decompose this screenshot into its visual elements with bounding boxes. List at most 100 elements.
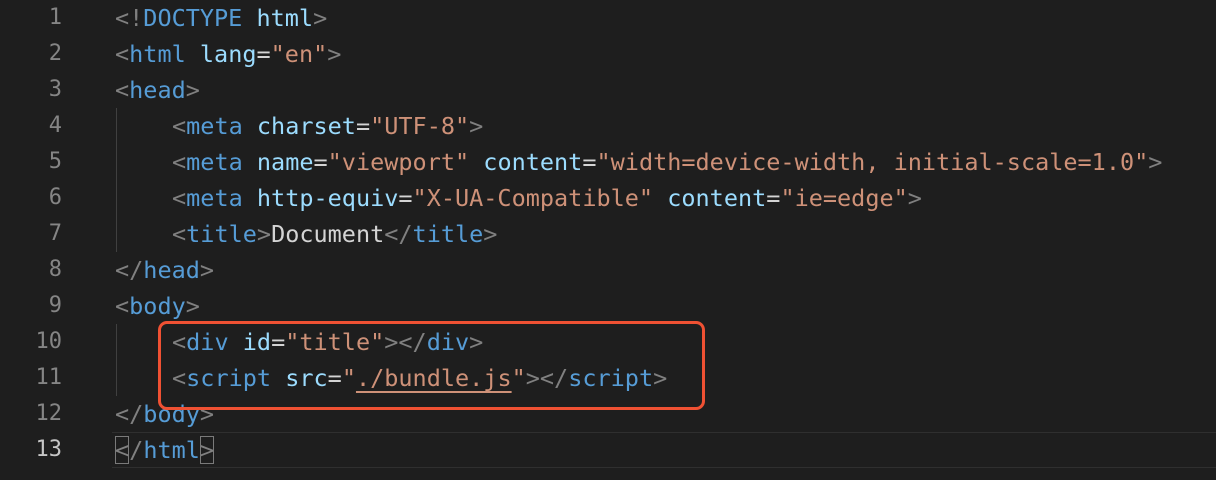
token-punct: > bbox=[185, 76, 200, 104]
token-str: "UTF-8" bbox=[370, 112, 470, 140]
token-punct: > bbox=[907, 184, 922, 212]
token-text: = bbox=[398, 184, 413, 212]
code-text: <!DOCTYPE html> bbox=[115, 0, 327, 36]
token-attr: content bbox=[483, 148, 583, 176]
token-punct: > bbox=[199, 436, 215, 464]
line-number: 10 bbox=[35, 329, 63, 354]
code-text: <div id="title"></div> bbox=[172, 324, 483, 360]
code-editor[interactable]: 1 <!DOCTYPE html> 2 <html lang="en"> 3 <head>… bbox=[0, 0, 1216, 480]
code-line[interactable]: 5 <meta name="viewport" content="width=de… bbox=[0, 144, 1216, 180]
token-punct: < bbox=[115, 76, 130, 104]
token-tag: html bbox=[143, 436, 200, 464]
token-str: "en" bbox=[270, 40, 328, 68]
code-line[interactable]: 13 </html> bbox=[0, 432, 1216, 468]
token-text: = bbox=[271, 328, 286, 356]
token-attr: lang bbox=[199, 40, 257, 68]
token-tag: div bbox=[186, 328, 229, 356]
token-punct: > bbox=[469, 328, 484, 356]
token-punct: < bbox=[172, 184, 187, 212]
line-number: 5 bbox=[48, 149, 62, 174]
line-number: 8 bbox=[48, 257, 62, 282]
token-str: "X-UA-Compatible" bbox=[412, 184, 654, 212]
token-tag: DOCTYPE bbox=[143, 4, 243, 32]
code-text: <meta name="viewport" content="width=dev… bbox=[172, 144, 1162, 180]
token-punct: / bbox=[129, 436, 144, 464]
code-line[interactable]: 1 <!DOCTYPE html> bbox=[0, 0, 1216, 36]
token-punct: <! bbox=[115, 4, 144, 32]
token-tag: meta bbox=[186, 112, 243, 140]
code-text: <title>Document</title> bbox=[172, 216, 497, 252]
code-line[interactable]: 4 <meta charset="UTF-8"> bbox=[0, 108, 1216, 144]
code-text: <head> bbox=[115, 72, 200, 108]
token-punct: > bbox=[313, 4, 328, 32]
code-line[interactable]: 3 <head> bbox=[0, 72, 1216, 108]
code-text: <meta http-equiv="X-UA-Compatible" conte… bbox=[172, 180, 922, 216]
line-number: 3 bbox=[48, 77, 62, 102]
token-tag: body bbox=[129, 292, 186, 320]
token-str: "ie=edge" bbox=[780, 184, 908, 212]
code-line[interactable]: 8 </head> bbox=[0, 252, 1216, 288]
token-punct: > bbox=[327, 40, 342, 68]
line-number: 12 bbox=[35, 401, 63, 426]
token-attr: http-equiv bbox=[256, 184, 399, 212]
token-punct: < bbox=[115, 292, 130, 320]
code-line[interactable]: 9 <body> bbox=[0, 288, 1216, 324]
token-tag: body bbox=[143, 400, 200, 428]
token-text: = bbox=[313, 148, 328, 176]
line-number: 13 bbox=[35, 437, 63, 462]
token-text: = bbox=[327, 364, 342, 392]
token-tag: div bbox=[426, 328, 470, 356]
code-line[interactable]: 6 <meta http-equiv="X-UA-Compatible" cont… bbox=[0, 180, 1216, 216]
line-number: 9 bbox=[48, 293, 62, 318]
token-punct: > bbox=[653, 364, 668, 392]
code-line[interactable]: 12 </body> bbox=[0, 396, 1216, 432]
token-str: " bbox=[511, 364, 526, 392]
token-tag: html bbox=[129, 40, 186, 68]
token-text: = bbox=[766, 184, 781, 212]
token-punct: < bbox=[115, 436, 130, 464]
token-attr: content bbox=[667, 184, 767, 212]
code-text: <html lang="en"> bbox=[115, 36, 341, 72]
token-punct: < bbox=[172, 148, 187, 176]
token-str: "title" bbox=[285, 328, 385, 356]
token-tag: title bbox=[412, 220, 484, 248]
code-text: </body> bbox=[115, 396, 214, 432]
line-number: 7 bbox=[48, 221, 62, 246]
token-text: = bbox=[582, 148, 597, 176]
token-punct: </ bbox=[384, 220, 413, 248]
line-number: 11 bbox=[35, 365, 63, 390]
token-str: "viewport" bbox=[327, 148, 470, 176]
code-line[interactable]: 2 <html lang="en"> bbox=[0, 36, 1216, 72]
token-attr: html bbox=[242, 4, 314, 32]
token-attr: name bbox=[256, 148, 314, 176]
token-punct: </ bbox=[115, 400, 144, 428]
code-text: </html> bbox=[115, 432, 215, 468]
token-punct: < bbox=[172, 328, 187, 356]
token-str: " bbox=[341, 364, 356, 392]
code-line[interactable]: 10 <div id="title"></div> bbox=[0, 324, 1216, 360]
token-text: Document bbox=[271, 220, 385, 248]
code-text: <meta charset="UTF-8"> bbox=[172, 108, 483, 144]
token-attr: charset bbox=[256, 112, 356, 140]
token-link[interactable]: ./bundle.js bbox=[356, 364, 512, 392]
code-text: <body> bbox=[115, 288, 200, 324]
token-attr: src bbox=[285, 364, 328, 392]
token-tag: head bbox=[129, 76, 186, 104]
token-text: = bbox=[355, 112, 371, 140]
token-punct: < bbox=[172, 364, 187, 392]
code-line[interactable]: 11 <script src="./bundle.js"></script> bbox=[0, 360, 1216, 396]
code-line[interactable]: 7 <title>Document</title> bbox=[0, 216, 1216, 252]
token-tag: script bbox=[568, 364, 654, 392]
token-punct: > bbox=[199, 256, 215, 284]
token-punct: </ bbox=[115, 256, 144, 284]
token-punct: < bbox=[172, 220, 187, 248]
token-punct: ></ bbox=[384, 328, 427, 356]
line-number: 4 bbox=[48, 113, 62, 138]
token-punct: > bbox=[483, 220, 498, 248]
